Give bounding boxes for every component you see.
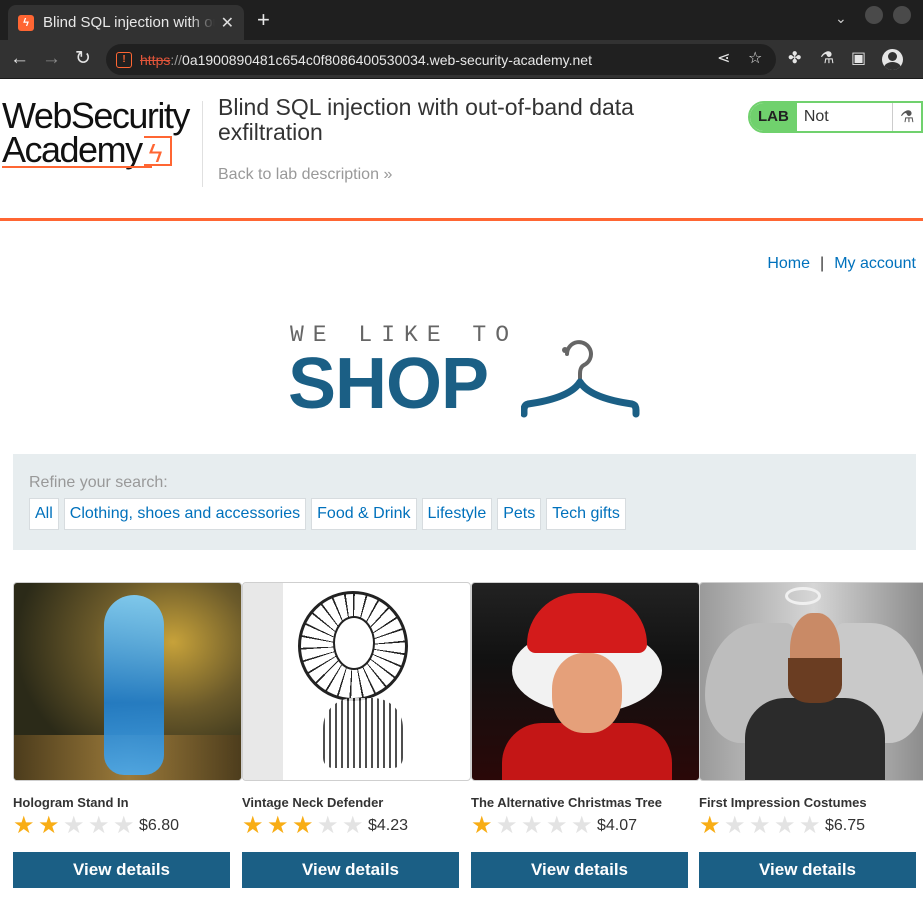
- product-image: [471, 582, 700, 781]
- product-name: Hologram Stand In: [13, 795, 129, 810]
- lightning-favicon-icon: ϟ: [18, 14, 34, 31]
- product-name: The Alternative Christmas Tree: [471, 795, 662, 810]
- logo-line2: Academy: [2, 132, 202, 170]
- my-account-link[interactable]: My account: [834, 255, 916, 272]
- back-to-lab-description-link[interactable]: Back to lab description »: [218, 166, 392, 184]
- lab-title: Blind SQL injection with out-of-band dat…: [218, 94, 634, 145]
- shop-logo: WE LIKE TO SHOP: [288, 322, 648, 422]
- star-filled-icon: ★: [292, 812, 314, 839]
- product-rating: ★ ★ ★ ★ ★ $4.07: [471, 814, 637, 838]
- shop-wordmark: SHOP: [288, 344, 489, 424]
- bookmark-star-icon[interactable]: ☆: [748, 50, 762, 68]
- hanger-icon: [521, 340, 640, 418]
- reload-icon[interactable]: ↻: [75, 48, 91, 70]
- close-tab-icon[interactable]: ✕: [221, 13, 234, 33]
- side-panel-icon[interactable]: ▣: [851, 50, 866, 68]
- view-details-button[interactable]: View details: [13, 852, 230, 888]
- category-lifestyle[interactable]: Lifestyle: [421, 498, 493, 530]
- url-text[interactable]: https://0a1900890481c654c0f8086400530034…: [140, 52, 592, 68]
- product-image: [13, 582, 242, 781]
- browser-toolbar: ← → ↻ ! https://0a1900890481c654c0f80864…: [0, 40, 923, 79]
- logo-bolt-icon: [143, 136, 172, 170]
- category-tech-gifts[interactable]: Tech gifts: [546, 498, 626, 530]
- star-empty-icon: ★: [342, 812, 364, 839]
- star-empty-icon: ★: [496, 812, 518, 839]
- star-empty-icon: ★: [546, 812, 568, 839]
- header-divider: [202, 101, 203, 187]
- view-details-button[interactable]: View details: [699, 852, 916, 888]
- category-list: All Clothing, shoes and accessories Food…: [29, 498, 626, 530]
- category-food-drink[interactable]: Food & Drink: [311, 498, 417, 530]
- lab-status: Not solved: [796, 103, 894, 131]
- logo-line1: WebSecurity: [2, 95, 190, 136]
- browser-tab[interactable]: ϟ Blind SQL injection with out-of-band d…: [8, 5, 244, 40]
- star-filled-icon: ★: [471, 812, 493, 839]
- product-rating: ★ ★ ★ ★ ★ $6.75: [699, 814, 865, 838]
- lab-status-badge: LAB Not solved ⚗: [748, 101, 923, 133]
- product-card: First Impression Costumes ★ ★ ★ ★ ★ $6.75 Vie…: [699, 582, 923, 888]
- home-link[interactable]: Home: [767, 255, 810, 272]
- star-empty-icon: ★: [113, 812, 135, 839]
- star-filled-icon: ★: [699, 812, 721, 839]
- product-price: $4.23: [368, 817, 409, 834]
- view-details-button[interactable]: View details: [471, 852, 688, 888]
- nav-separator: |: [820, 255, 825, 272]
- product-card: The Alternative Christmas Tree ★ ★ ★ ★ ★ $4.0…: [471, 582, 700, 888]
- share-icon[interactable]: ⋖: [717, 50, 730, 68]
- star-empty-icon: ★: [749, 812, 771, 839]
- web-security-academy-logo[interactable]: WebSecurity Academy: [2, 95, 202, 170]
- warning-icon[interactable]: !: [116, 51, 132, 68]
- minimize-window-button[interactable]: [865, 6, 883, 24]
- flask-icon: ⚗: [893, 103, 921, 131]
- logo-underline: [2, 166, 152, 168]
- close-window-button[interactable]: [893, 6, 911, 24]
- new-tab-button[interactable]: +: [257, 8, 270, 32]
- star-filled-icon: ★: [13, 812, 35, 839]
- star-empty-icon: ★: [88, 812, 110, 839]
- product-card: Hologram Stand In ★ ★ ★ ★ ★ $6.80 View detail…: [13, 582, 242, 888]
- star-empty-icon: ★: [317, 812, 339, 839]
- category-clothing[interactable]: Clothing, shoes and accessories: [63, 498, 307, 530]
- category-all[interactable]: All: [29, 498, 59, 530]
- profile-avatar-icon[interactable]: [882, 49, 903, 70]
- star-empty-icon: ★: [571, 812, 593, 839]
- category-filter-panel: Refine your search: All Clothing, shoes …: [13, 454, 916, 550]
- refine-search-label: Refine your search:: [29, 474, 168, 491]
- browser-tab-bar: ϟ Blind SQL injection with out-of-band d…: [0, 0, 923, 40]
- star-filled-icon: ★: [242, 812, 264, 839]
- tab-title: Blind SQL injection with out-of-band dat…: [43, 14, 215, 31]
- lab-flask-icon[interactable]: ⚗: [820, 50, 834, 68]
- star-empty-icon: ★: [774, 812, 796, 839]
- product-image: [699, 582, 923, 781]
- product-name: Vintage Neck Defender: [242, 795, 384, 810]
- academy-header: WebSecurity Academy Blind SQL injection …: [0, 79, 923, 221]
- star-filled-icon: ★: [267, 812, 289, 839]
- product-image: [242, 582, 471, 781]
- star-empty-icon: ★: [799, 812, 821, 839]
- product-price: $6.80: [139, 817, 180, 834]
- star-empty-icon: ★: [724, 812, 746, 839]
- product-name: First Impression Costumes: [699, 795, 867, 810]
- double-chevron-icon: »: [383, 166, 393, 183]
- forward-arrow-icon[interactable]: →: [42, 48, 61, 70]
- star-empty-icon: ★: [521, 812, 543, 839]
- star-filled-icon: ★: [38, 812, 60, 839]
- product-price: $4.07: [597, 817, 638, 834]
- extensions-puzzle-icon[interactable]: ✤: [788, 50, 801, 68]
- category-pets[interactable]: Pets: [497, 498, 542, 530]
- product-rating: ★ ★ ★ ★ ★ $4.23: [242, 814, 408, 838]
- back-arrow-icon[interactable]: ←: [10, 48, 29, 70]
- product-rating: ★ ★ ★ ★ ★ $6.80: [13, 814, 179, 838]
- product-card: Vintage Neck Defender ★ ★ ★ ★ ★ $4.23 View de…: [242, 582, 471, 888]
- tab-search-chevron-icon[interactable]: ⌄: [835, 10, 847, 27]
- top-navigation: Home | My account: [767, 255, 916, 273]
- star-empty-icon: ★: [63, 812, 85, 839]
- address-bar[interactable]: ! https://0a1900890481c654c0f80864005300…: [106, 44, 776, 75]
- view-details-button[interactable]: View details: [242, 852, 459, 888]
- lab-label: LAB: [750, 103, 797, 131]
- product-price: $6.75: [825, 817, 866, 834]
